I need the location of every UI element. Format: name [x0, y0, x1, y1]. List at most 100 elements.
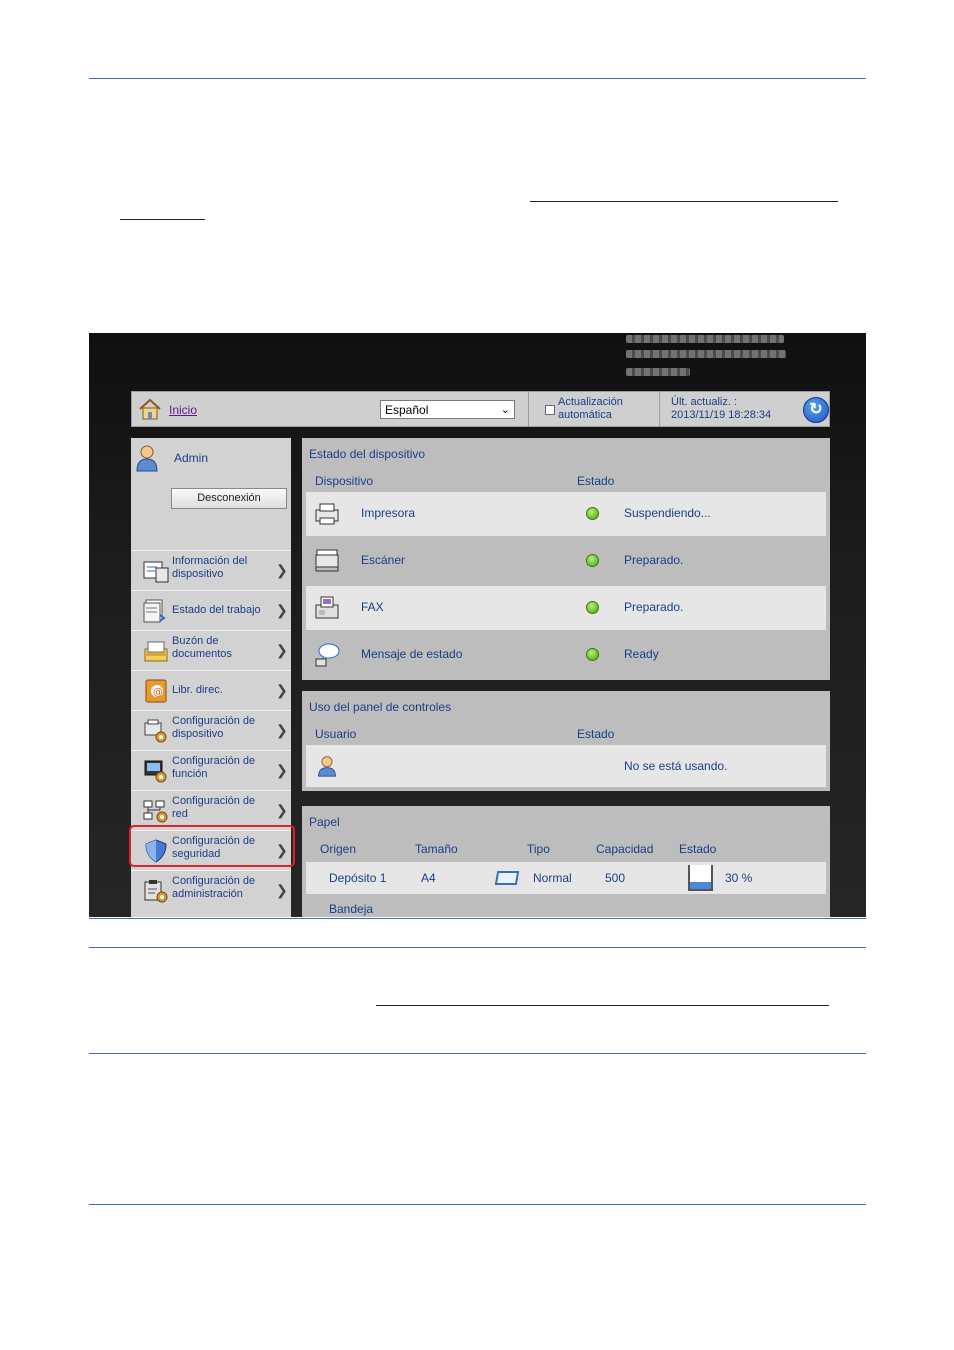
column-header: Estado [577, 474, 615, 488]
device-status: Suspendiendo... [624, 506, 711, 520]
last-update-time: 2013/11/19 18:28:34 [671, 409, 772, 421]
device-row: Escáner Preparado. [306, 539, 826, 583]
refresh-icon: ↻ [809, 401, 823, 418]
home-icon[interactable] [138, 397, 162, 421]
device-info-icon [143, 561, 169, 583]
scanner-icon [315, 549, 339, 572]
link-underline [376, 1005, 829, 1006]
paper-capacity: 500 [605, 871, 626, 885]
device-settings-icon [144, 719, 167, 743]
column-header: Estado [679, 842, 717, 856]
function-settings-icon [144, 760, 167, 783]
panel-title: Papel [309, 815, 340, 829]
chevron-right-icon: ❯ [276, 722, 288, 738]
job-status-icon [143, 599, 166, 623]
chevron-right-icon: ❯ [276, 842, 288, 858]
network-settings-icon [143, 800, 168, 823]
language-selected-value: Español [385, 403, 429, 417]
device-name: Escáner [361, 553, 406, 567]
chevron-right-icon: ❯ [276, 602, 288, 618]
column-header: Usuario [315, 727, 357, 741]
status-indicator [586, 507, 599, 520]
column-header: Tamaño [415, 842, 458, 856]
page-header-rule [89, 78, 866, 79]
security-shield-icon [145, 839, 167, 863]
sidebar-item-security-settings[interactable]: Configuración de seguridad ❯ [131, 830, 291, 870]
device-name: Mensaje de estado [361, 647, 463, 661]
sidebar-item-device-settings[interactable]: Configuración de dispositivo ❯ [131, 710, 291, 750]
control-panel-status: No se está usando. [624, 759, 728, 773]
user-name: Admin [174, 451, 209, 465]
sidebar-item-label: Información del dispositivo [172, 555, 248, 580]
language-select[interactable]: Español ⌄ [380, 400, 515, 419]
paper-type: Normal [533, 871, 572, 885]
auto-update-label-line1: Actualización [558, 396, 623, 408]
paper-panel: Papel Origen Tamaño Tipo Capacidad Estad… [302, 806, 830, 917]
chevron-right-icon: ❯ [276, 762, 288, 778]
sidebar-item-device-info[interactable]: Información del dispositivo ❯ [131, 550, 291, 590]
link-underline [120, 219, 205, 220]
chevron-right-icon: ❯ [276, 682, 288, 698]
sidebar-item-label: Estado del trabajo [172, 604, 261, 616]
paper-row: Bandeja [306, 896, 826, 917]
device-name: Impresora [361, 506, 416, 520]
column-header: Origen [320, 842, 357, 856]
chevron-right-icon: ❯ [276, 562, 288, 578]
chevron-right-icon: ❯ [276, 642, 288, 658]
sidebar-item-address-book[interactable]: @ Libr. direc. ❯ [131, 670, 291, 710]
control-panel-usage-panel: Uso del panel de controles Usuario Estad… [302, 691, 830, 791]
sidebar-item-label: Configuración de administración [172, 875, 256, 900]
status-indicator [586, 601, 599, 614]
paper-level-gauge [688, 865, 713, 891]
auto-update-label: Actualización automática [558, 396, 623, 422]
sidebar-item-document-box[interactable]: Buzón de documentos ❯ [131, 630, 291, 670]
sidebar-item-management-settings[interactable]: Configuración de administración ❯ [131, 870, 291, 910]
user-icon [318, 756, 336, 777]
blurred-info [626, 350, 786, 358]
paper-origin: Depósito 1 [329, 871, 387, 885]
status-message-icon [315, 643, 340, 667]
address-book-icon: @ [145, 679, 167, 703]
paper-level-fill [690, 881, 711, 889]
panel-title: Uso del panel de controles [309, 700, 452, 714]
paper-origin: Bandeja [329, 902, 374, 916]
printer-icon [315, 503, 339, 525]
last-update: Últ. actualiz. : 2013/11/19 18:28:34 [671, 396, 771, 422]
sidebar-item-function-settings[interactable]: Configuración de función ❯ [131, 750, 291, 790]
sidebar-item-label: Configuración de seguridad [172, 835, 256, 860]
divider [659, 392, 660, 426]
paper-row: Depósito 1 A4 Normal 500 30 % [306, 862, 826, 894]
svg-text:@: @ [153, 687, 163, 698]
note-rule [89, 947, 866, 948]
user-icon [136, 445, 158, 472]
document-box-icon [144, 641, 168, 662]
refresh-button[interactable]: ↻ [803, 397, 829, 423]
sidebar-item-label: Configuración de función [172, 755, 256, 780]
paper-size: A4 [421, 871, 436, 885]
device-row: FAX Preparado. [306, 586, 826, 630]
top-bar: Inicio Español ⌄ Actualización automátic… [131, 391, 830, 427]
device-status: Ready [624, 647, 659, 661]
sidebar-item-network-settings[interactable]: Configuración de red ❯ [131, 790, 291, 830]
sidebar-item-label: Configuración de red [172, 795, 256, 820]
column-header: Tipo [527, 842, 550, 856]
sidebar: Admin Desconexión Información del disposi… [131, 438, 291, 917]
section-rule [89, 918, 866, 919]
sidebar-item-job-status[interactable]: Estado del trabajo ❯ [131, 590, 291, 630]
paper-level-text: 30 % [725, 871, 753, 885]
status-indicator [586, 648, 599, 661]
management-settings-icon [144, 880, 168, 903]
blurred-info [626, 335, 784, 343]
auto-update-label-line2: automática [558, 409, 612, 421]
chevron-down-icon: ⌄ [500, 404, 510, 416]
home-link[interactable]: Inicio [169, 403, 197, 417]
note-rule [89, 1053, 866, 1054]
last-update-label: Últ. actualiz. : [671, 396, 738, 408]
sidebar-item-label: Buzón de documentos [172, 635, 232, 660]
auto-update-checkbox[interactable] [545, 405, 555, 415]
panel-title: Estado del dispositivo [309, 447, 426, 461]
column-header: Capacidad [596, 842, 654, 856]
logout-button[interactable]: Desconexión [171, 488, 287, 509]
column-header: Estado [577, 727, 615, 741]
device-row: Mensaje de estado Ready [306, 633, 826, 677]
